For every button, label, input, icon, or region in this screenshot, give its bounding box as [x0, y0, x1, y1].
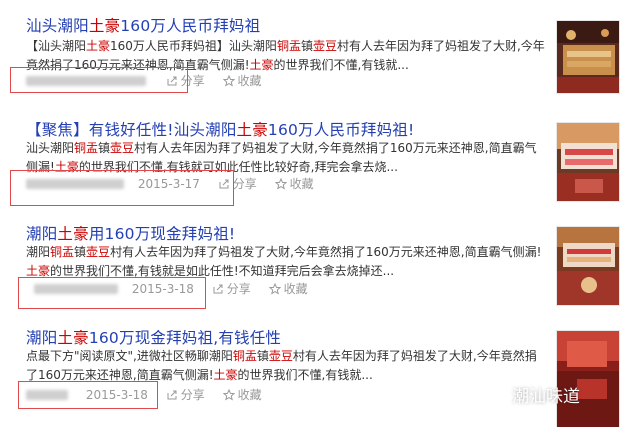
- star-icon: [222, 74, 235, 87]
- snippet-highlight: 铜盂: [276, 39, 301, 53]
- highlight-box: [10, 67, 188, 93]
- wechat-icon: [470, 381, 503, 406]
- thumbnail-image: [557, 21, 619, 93]
- collect-button[interactable]: 收藏: [222, 386, 262, 403]
- title-highlight[interactable]: 土豪: [237, 121, 268, 139]
- highlight-box: [10, 170, 234, 206]
- title-text[interactable]: 潮阳: [26, 225, 57, 243]
- watermark-text: 潮汕味道: [512, 386, 580, 407]
- snippet-highlight: 铜盂: [74, 141, 99, 155]
- snippet-highlight: 土豪: [26, 264, 51, 278]
- snippet-highlight: 壶豆: [312, 39, 337, 53]
- snippet-highlight: 铜盂: [232, 349, 257, 363]
- result-thumbnail[interactable]: [556, 330, 620, 427]
- star-icon: [268, 282, 281, 295]
- watermark: 潮汕味道: [470, 380, 580, 408]
- snippet-text: 汕头潮阳: [26, 141, 75, 155]
- snippet-text: 村有人去年因为拜了妈祖发了大财,今年竟然捐了160万元来还神恩,简直霸气侧漏!: [110, 245, 542, 259]
- share-button[interactable]: 分享: [166, 386, 205, 403]
- result-snippet: 点最下方"阅读原文",进微社区畅聊潮阳铜盂镇壶豆村有人去年因为拜了妈祖发了大财,…: [26, 347, 546, 385]
- snippet-text: 160万人民币拜妈祖】汕头潮阳: [110, 39, 277, 53]
- collect-button[interactable]: 收藏: [274, 175, 314, 192]
- result-title[interactable]: 汕头潮阳土豪160万人民币拜妈祖: [26, 14, 260, 36]
- thumbnail-image: [557, 123, 619, 201]
- snippet-text: 点最下方"阅读原文",进微社区畅聊潮阳: [26, 349, 233, 363]
- result-thumbnail[interactable]: [556, 122, 620, 202]
- snippet-text: 的世界我们不懂,有钱就...: [273, 58, 409, 72]
- snippet-highlight: 土豪: [86, 39, 111, 53]
- title-text[interactable]: 160万现金拜妈祖,有钱任性: [89, 329, 281, 347]
- highlight-box: [18, 381, 158, 409]
- result-snippet: 潮阳铜盂镇壶豆村有人去年因为拜了妈祖发了大财,今年竟然捐了160万元来还神恩,简…: [26, 243, 546, 281]
- share-icon: [167, 390, 177, 400]
- title-highlight[interactable]: 土豪: [89, 17, 120, 35]
- snippet-highlight: 土豪: [249, 58, 274, 72]
- title-text[interactable]: 潮阳: [26, 329, 57, 347]
- title-highlight[interactable]: 土豪: [57, 225, 88, 243]
- snippet-text: 的世界我们不懂,有钱就...: [237, 368, 373, 382]
- snippet-highlight: 壶豆: [86, 245, 111, 259]
- result-thumbnail[interactable]: [556, 20, 620, 94]
- collect-button[interactable]: 收藏: [222, 72, 262, 89]
- snippet-text: 镇: [98, 141, 111, 155]
- snippet-text: 镇: [256, 349, 269, 363]
- snippet-text: 的世界我们不懂,有钱就是如此任性!不知道拜完后会拿去烧掉还...: [50, 264, 395, 278]
- thumbnail-image: [557, 227, 619, 305]
- snippet-highlight: 壶豆: [268, 349, 293, 363]
- share-icon: [213, 284, 223, 294]
- snippet-highlight: 铜盂: [50, 245, 75, 259]
- result-title[interactable]: 潮阳土豪用160万现金拜妈祖!: [26, 222, 235, 244]
- thumbnail-image: [557, 331, 619, 427]
- highlight-box: [18, 277, 206, 309]
- snippet-text: 镇: [74, 245, 87, 259]
- title-text[interactable]: 160万人民币拜妈祖: [120, 17, 260, 35]
- star-icon: [274, 177, 287, 190]
- result-title[interactable]: 【聚焦】有钱好任性!汕头潮阳土豪160万人民币拜妈祖!: [26, 118, 414, 140]
- snippet-text: 潮阳: [26, 245, 51, 259]
- collect-button[interactable]: 收藏: [268, 280, 308, 297]
- title-text[interactable]: 【聚焦】有钱好任性!汕头潮阳: [26, 121, 237, 139]
- result-title[interactable]: 潮阳土豪160万现金拜妈祖,有钱任性: [26, 326, 281, 348]
- title-text[interactable]: 用160万现金拜妈祖!: [89, 225, 236, 243]
- title-highlight[interactable]: 土豪: [57, 329, 88, 347]
- title-text[interactable]: 汕头潮阳: [26, 17, 89, 35]
- result-thumbnail[interactable]: [556, 226, 620, 306]
- star-icon: [222, 388, 235, 401]
- snippet-highlight: 壶豆: [110, 141, 135, 155]
- share-button[interactable]: 分享: [212, 280, 251, 297]
- snippet-text: 镇: [300, 39, 313, 53]
- snippet-text: 【汕头潮阳: [26, 39, 87, 53]
- snippet-highlight: 土豪: [213, 368, 238, 382]
- title-text[interactable]: 160万人民币拜妈祖!: [268, 121, 415, 139]
